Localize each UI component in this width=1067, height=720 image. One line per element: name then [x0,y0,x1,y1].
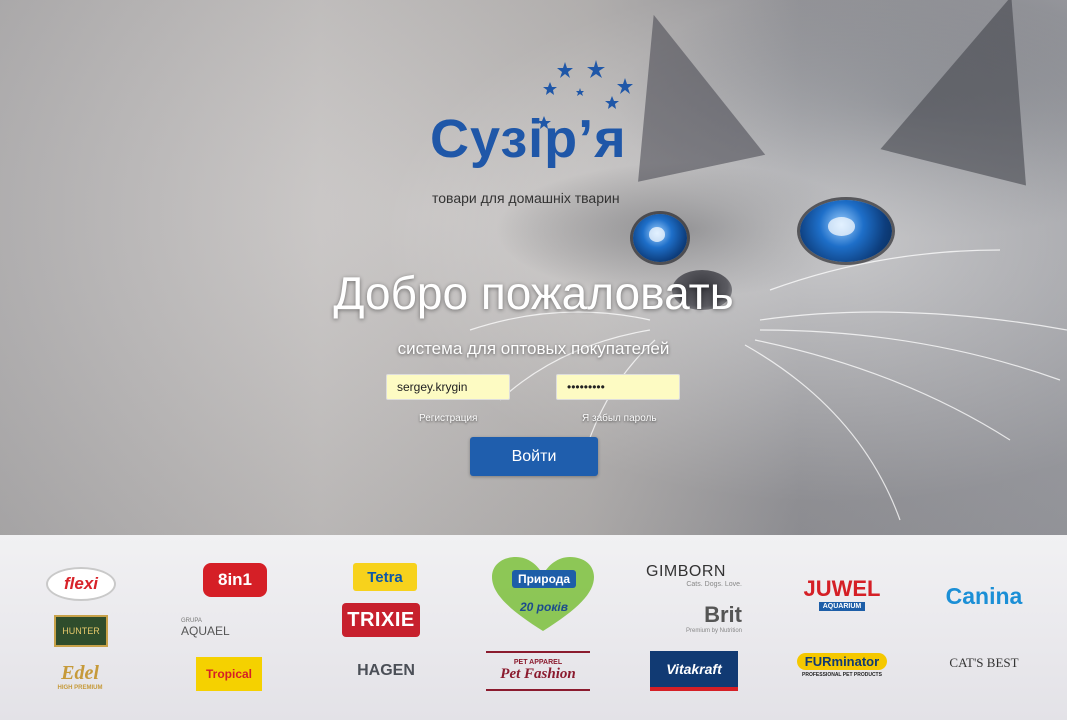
brand-flexi-label: flexi [63,574,99,593]
brand-canina[interactable]: Canina [916,581,1052,611]
page-subtitle: система для оптовых покупателей [397,339,670,358]
brand-brit-label: Brit [704,602,742,627]
logo-title: Сузір’я [430,109,627,169]
brand-juwel-sub: AQUARIUM [818,601,866,611]
brand-juwel-label: JUWEL [803,575,881,601]
brand-tetra[interactable]: Tetra [353,563,417,591]
brand-edel-label: Edel [61,661,99,684]
brand-gimborn-sub: Cats. Dogs. Love. [686,580,742,588]
brand-edel[interactable]: Edel HIGH PREMIUM [50,657,110,695]
brand-aquael[interactable]: GRUPA AQUAEL [181,615,285,641]
password-input[interactable] [556,374,680,400]
brand-priroda-sub: 20 років [519,600,568,614]
brand-tropical[interactable]: Tropical [196,657,262,691]
brand-hagen[interactable]: HAGEN [344,657,428,685]
brand-catsbest[interactable]: CAT'S BEST [938,651,1030,675]
brand-priroda[interactable]: Природа 20 років [486,557,602,637]
brand-petfashion-label: Pet Fashion [500,666,576,682]
brand-trixie[interactable]: TRIXIE [342,603,420,637]
logo-tagline: товари для домашніх тварин [432,190,620,206]
brand-petfashion-sub: PET APPAREL [513,659,563,666]
page-title: Добро пожаловать [333,267,734,319]
brand-flexi[interactable]: flexi [46,567,116,601]
brand-hagen-label: HAGEN [357,662,415,679]
brand-gimborn[interactable]: GIMBORN Cats. Dogs. Love. [646,557,742,593]
brand-aquael-label: AQUAEL [181,624,230,638]
brand-hunter-label: HUNTER [62,626,100,636]
username-input[interactable] [386,374,510,400]
brand-furminator[interactable]: FURminator PROFESSIONAL PET PRODUCTS [788,647,896,683]
brand-brit-sub: Premium by Nutrition [685,628,742,634]
brand-gimborn-label: GIMBORN [646,562,726,580]
brand-priroda-label: Природа [511,570,577,588]
brand-vitakraft-label: Vitakraft [666,661,722,677]
heart-icon [492,557,594,631]
login-button[interactable]: Войти [470,437,598,476]
brand-8in1-label: 8in1 [217,570,253,589]
hero-background: Сузір’я товари для домашніх тварин Добро… [0,0,1067,535]
brand-furminator-label: FURminator [796,652,888,670]
brand-petfashion[interactable]: PET APPAREL Pet Fashion [486,651,590,691]
brand-tetra-label: Tetra [367,568,403,586]
brand-hunter[interactable]: HUNTER [54,615,108,647]
brand-trixie-label: TRIXIE [347,608,415,631]
brand-8in1[interactable]: 8in1 [203,563,267,597]
brand-vitakraft[interactable]: Vitakraft [650,651,738,691]
brand-edel-sub: HIGH PREMIUM [57,684,103,691]
brand-catsbest-label: CAT'S BEST [949,655,1019,670]
brand-tropical-label: Tropical [205,667,252,681]
brand-juwel[interactable]: JUWEL AQUARIUM [804,567,881,619]
brand-brit[interactable]: Brit Premium by Nutrition [646,601,742,635]
brand-canina-label: Canina [945,582,1023,609]
forgot-password-link[interactable]: Я забыл пароль [582,413,657,424]
register-link[interactable]: Регистрация [419,413,477,424]
brands-strip: flexi 8in1 Tetra Природа 20 років GIMBOR… [0,535,1067,720]
brand-furminator-sub: PROFESSIONAL PET PRODUCTS [802,671,882,678]
